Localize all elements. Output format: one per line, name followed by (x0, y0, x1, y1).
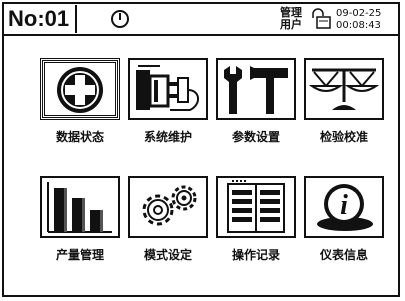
menu-item-system-maintenance[interactable]: 系统维护 (128, 58, 208, 166)
menu-item-data-status[interactable]: 数据状态 (40, 58, 120, 166)
menu-icon-frame (40, 176, 120, 238)
menu-item-label: 数据状态 (55, 130, 104, 144)
menu-item-parameter-settings[interactable]: 参数设置 (216, 58, 296, 166)
bar-chart-icon (47, 182, 112, 233)
menu-icon-frame (216, 58, 296, 120)
menu-item-production-management[interactable]: 产量管理 (40, 176, 120, 284)
main-screen: No:01 管理 用户 09-02-25 00:08:43 数据状态 系统维护 … (2, 2, 400, 297)
menu-item-label: 参数设置 (231, 130, 280, 144)
device-number: No:01 (8, 5, 78, 33)
menu-item-meter-info[interactable]: i 仪表信息 (304, 176, 384, 284)
menu-icon-frame (216, 176, 296, 238)
menu-icon-frame (304, 58, 384, 120)
power-icon[interactable] (110, 9, 130, 29)
plug-socket-icon (136, 65, 199, 111)
menu-icon-frame: i (304, 176, 384, 238)
wrench-hammer-icon (224, 66, 288, 114)
info-icon: i (317, 184, 373, 231)
date-time: 09-02-25 00:08:43 (336, 8, 381, 32)
balance-scale-icon (308, 68, 380, 110)
menu-icon-frame (128, 176, 208, 238)
menu-item-label: 检验校准 (319, 130, 368, 144)
svg-text:i: i (340, 190, 348, 221)
menu-item-label: 系统维护 (143, 130, 192, 144)
status-bar: No:01 管理 用户 09-02-25 00:08:43 (4, 4, 398, 36)
menu-icon-frame (40, 58, 120, 120)
lock-icon[interactable] (310, 8, 332, 30)
menu-item-label: 操作记录 (231, 248, 280, 262)
menu-item-calibration[interactable]: 检验校准 (304, 58, 384, 166)
menu-item-label: 产量管理 (55, 248, 104, 262)
date-text: 09-02-25 (336, 8, 382, 19)
menu-item-label: 仪表信息 (319, 248, 368, 262)
menu-icon-frame (128, 58, 208, 120)
user-role-line2: 用户 (280, 18, 302, 31)
menu-item-operation-log[interactable]: 操作记录 (216, 176, 296, 284)
notebook-icon (227, 180, 285, 233)
first-aid-cross-icon (57, 67, 103, 113)
gears-icon (142, 185, 197, 226)
menu-item-label: 模式设定 (143, 248, 192, 262)
time-text: 00:08:43 (336, 20, 381, 31)
menu-item-mode-settings[interactable]: 模式设定 (128, 176, 208, 284)
user-role: 管理 用户 (276, 7, 306, 31)
